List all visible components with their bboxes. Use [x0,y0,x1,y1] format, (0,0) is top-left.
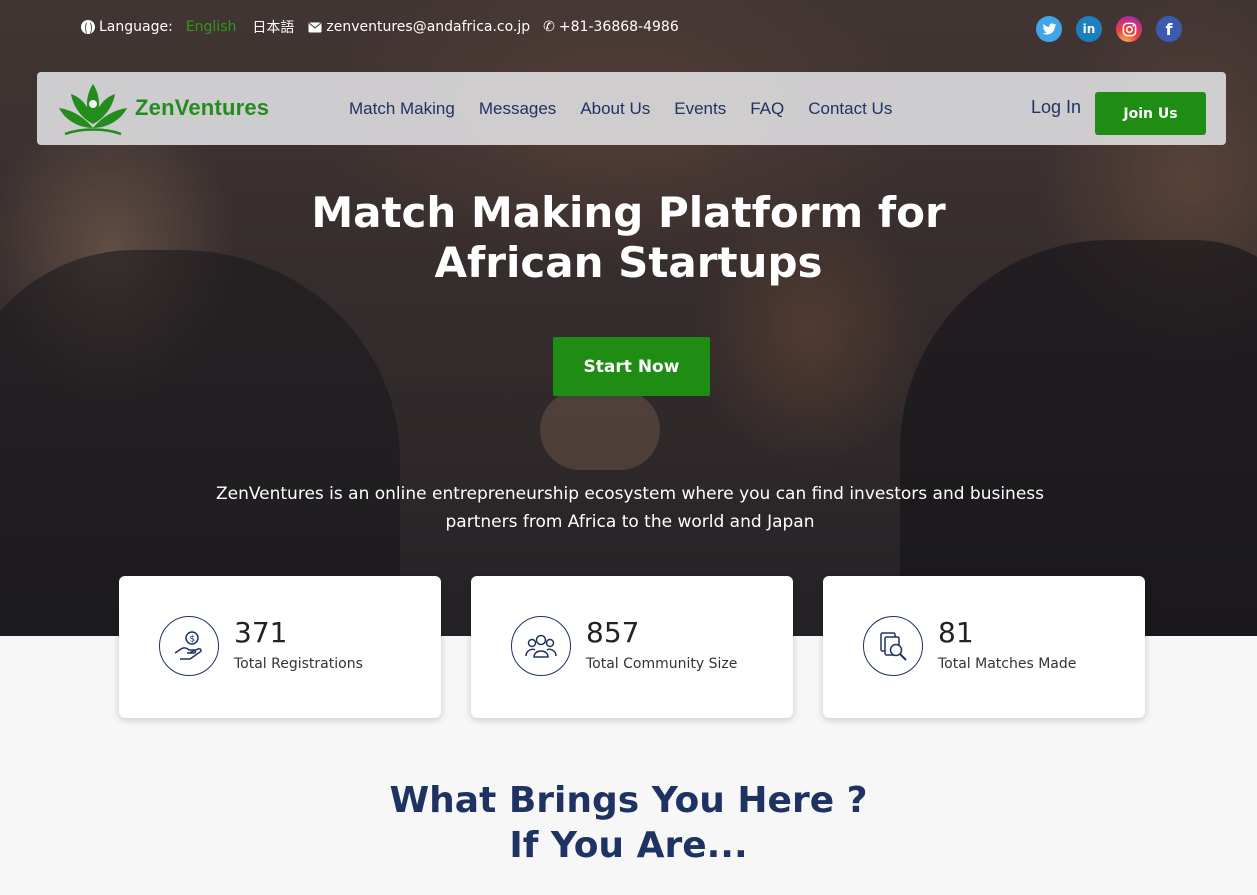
login-link[interactable]: Log In [1031,97,1081,118]
phone-icon: ✆ [543,19,555,35]
stat-value: 857 [586,616,640,649]
section-title-line1: What Brings You Here ? [389,780,868,821]
main-navbar: ZenVentures Match Making Messages About … [37,72,1226,145]
svg-text:$: $ [190,635,196,645]
linkedin-icon[interactable]: in [1076,16,1102,42]
globe-icon [81,20,95,35]
nav-contact-us[interactable]: Contact Us [808,99,892,119]
facebook-icon[interactable]: f [1156,16,1182,42]
brand-name: ZenVentures [135,95,270,120]
hand-coin-icon: $ [159,616,219,676]
language-label: Language: [99,19,173,35]
nav-faq[interactable]: FAQ [750,99,784,119]
brand-logo[interactable]: ZenVentures [57,78,269,138]
stat-card-registrations: $ 371 Total Registrations [119,576,441,718]
stat-value: 81 [938,616,974,649]
stat-card-community: 857 Total Community Size [471,576,793,718]
stat-value: 371 [234,616,288,649]
social-links: in f [1036,16,1182,42]
language-selector: Language: [81,19,173,35]
contact-email[interactable]: zenventures@andafrica.co.jp [308,19,530,35]
language-japanese-link[interactable]: 日本語 [252,17,294,37]
twitter-icon[interactable] [1036,16,1062,42]
hero-description: ZenVentures is an online entrepreneurshi… [215,484,1045,532]
nav-about-us[interactable]: About Us [580,99,650,119]
email-text: zenventures@andafrica.co.jp [326,19,531,35]
contact-phone[interactable]: ✆ +81-36868-4986 [543,19,679,35]
hero-title: Match Making Platform for African Startu… [0,188,1257,288]
envelope-icon [308,22,322,32]
stat-label: Total Registrations [234,656,363,672]
hero-title-line2: African Startups [434,238,823,287]
nav-events[interactable]: Events [674,99,726,119]
section-title-line2: If You Are... [509,825,748,866]
stat-card-matches: 81 Total Matches Made [823,576,1145,718]
section-title: What Brings You Here ? If You Are... [0,778,1257,868]
join-us-button[interactable]: Join Us [1095,92,1206,135]
nav-match-making[interactable]: Match Making [349,99,455,119]
phone-text: +81-36868-4986 [558,19,679,35]
top-bar: Language: English 日本語 zenventures@andafr… [81,17,679,37]
nav-messages[interactable]: Messages [479,99,556,119]
nav-links: Match Making Messages About Us Events FA… [349,72,916,145]
stat-label: Total Matches Made [938,656,1077,672]
instagram-icon[interactable] [1116,16,1142,42]
language-english-link[interactable]: English [186,19,237,35]
lotus-icon [59,84,127,136]
stat-label: Total Community Size [586,656,738,672]
start-now-button[interactable]: Start Now [553,337,710,396]
community-icon [511,616,571,676]
hero-title-line1: Match Making Platform for [311,188,946,237]
search-documents-icon [863,616,923,676]
